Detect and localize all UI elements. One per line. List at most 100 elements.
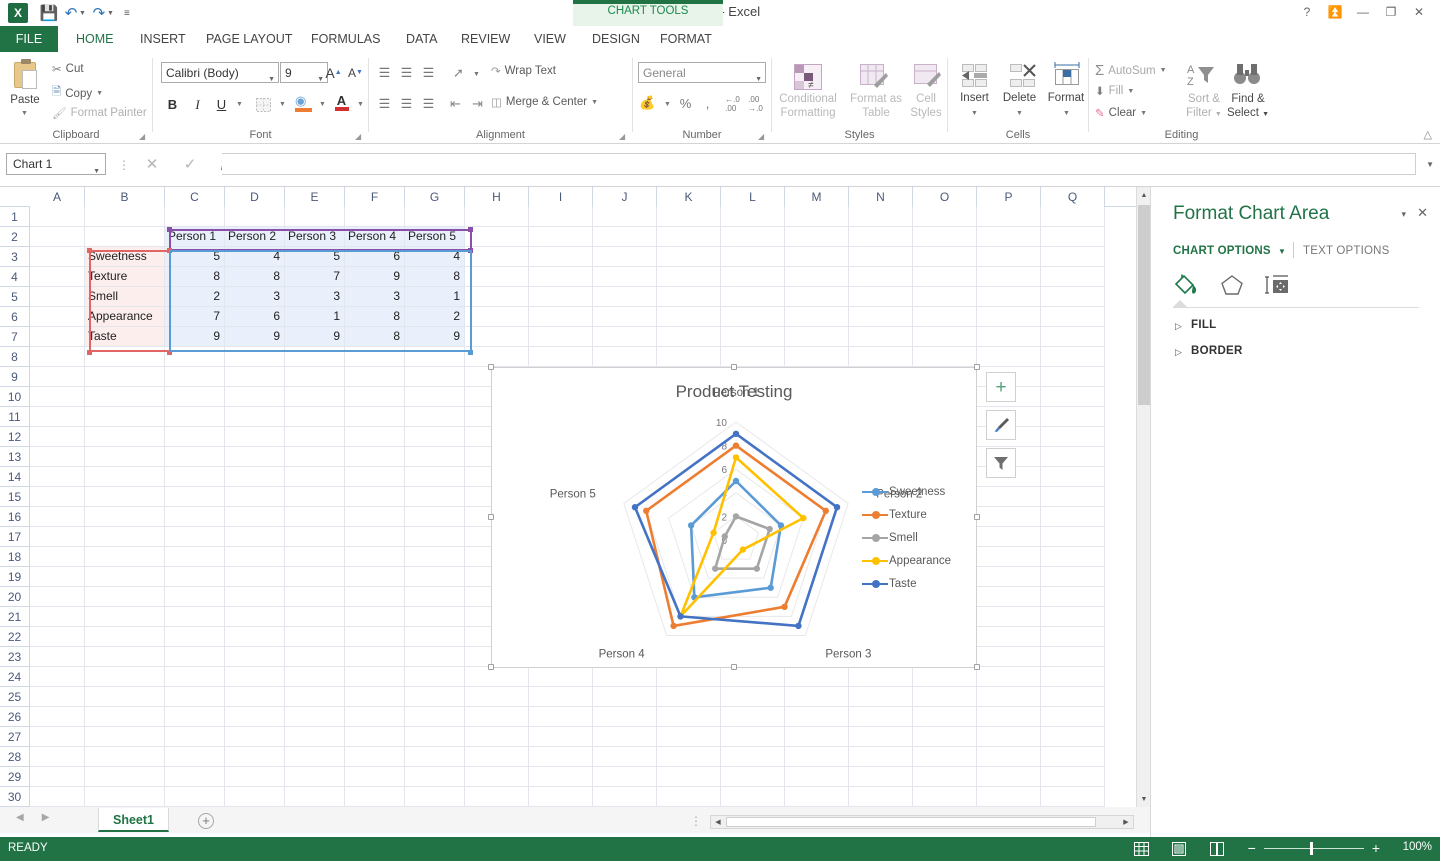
chart-filters-button[interactable] <box>986 448 1016 478</box>
cell-C11[interactable] <box>165 407 225 427</box>
format-dropdown-icon[interactable]: ▼ <box>1063 110 1070 117</box>
borders-dropdown-icon[interactable]: ▼ <box>272 94 293 115</box>
cell-G7[interactable]: 9 <box>405 327 465 347</box>
cell-P20[interactable] <box>977 587 1041 607</box>
cell-P25[interactable] <box>977 687 1041 707</box>
cell-C16[interactable] <box>165 507 225 527</box>
cell-F23[interactable] <box>345 647 405 667</box>
conditional-formatting-button[interactable]: Conditional Formatting <box>772 92 844 120</box>
row-header-19[interactable]: 19 <box>0 567 30 587</box>
name-box[interactable]: Chart 1 ▼ <box>6 153 106 175</box>
cell-F3[interactable]: 6 <box>345 247 405 267</box>
zoom-slider[interactable] <box>1264 848 1364 849</box>
column-header-q[interactable]: Q <box>1041 187 1105 207</box>
cell-A5[interactable] <box>30 287 85 307</box>
chart-resize-handle[interactable] <box>731 664 737 670</box>
cell-Q25[interactable] <box>1041 687 1105 707</box>
cell-B11[interactable] <box>85 407 165 427</box>
row-header-15[interactable]: 15 <box>0 487 30 507</box>
cell-P2[interactable] <box>977 227 1041 247</box>
cell-L3[interactable] <box>721 247 785 267</box>
cell-G26[interactable] <box>405 707 465 727</box>
merge-center-button[interactable]: ◫ Merge & Center ▼ <box>491 95 598 109</box>
cell-E29[interactable] <box>285 767 345 787</box>
borders-icon[interactable] <box>253 94 274 115</box>
cell-G22[interactable] <box>405 627 465 647</box>
cell-O2[interactable] <box>913 227 977 247</box>
row-header-13[interactable]: 13 <box>0 447 30 467</box>
cell-E11[interactable] <box>285 407 345 427</box>
cell-P8[interactable] <box>977 347 1041 367</box>
selection-handle[interactable] <box>167 350 172 355</box>
chart-resize-handle[interactable] <box>974 514 980 520</box>
cell-L2[interactable] <box>721 227 785 247</box>
cell-M27[interactable] <box>785 727 849 747</box>
cell-P30[interactable] <box>977 787 1041 807</box>
cell-L1[interactable] <box>721 207 785 227</box>
tab-format[interactable]: FORMAT <box>648 26 724 52</box>
cell-Q21[interactable] <box>1041 607 1105 627</box>
cell-B26[interactable] <box>85 707 165 727</box>
cell-D29[interactable] <box>225 767 285 787</box>
cell-F25[interactable] <box>345 687 405 707</box>
cell-F20[interactable] <box>345 587 405 607</box>
chart-options-dropdown-icon[interactable]: ▼ <box>1278 247 1286 256</box>
tab-design[interactable]: DESIGN <box>580 26 652 52</box>
row-header-4[interactable]: 4 <box>0 267 30 287</box>
cell-Q13[interactable] <box>1041 447 1105 467</box>
cell-A12[interactable] <box>30 427 85 447</box>
cell-G16[interactable] <box>405 507 465 527</box>
row-header-11[interactable]: 11 <box>0 407 30 427</box>
cell-M24[interactable] <box>785 667 849 687</box>
cell-C8[interactable] <box>165 347 225 367</box>
cell-J3[interactable] <box>593 247 657 267</box>
cell-D26[interactable] <box>225 707 285 727</box>
cell-J8[interactable] <box>593 347 657 367</box>
cell-D5[interactable]: 3 <box>225 287 285 307</box>
horizontal-scroll-thumb[interactable] <box>726 817 1096 827</box>
cell-A2[interactable] <box>30 227 85 247</box>
border-expand-icon[interactable]: ▷ <box>1175 347 1182 358</box>
selection-handle[interactable] <box>468 248 473 253</box>
row-header-18[interactable]: 18 <box>0 547 30 567</box>
cell-C13[interactable] <box>165 447 225 467</box>
cell-H30[interactable] <box>465 787 529 807</box>
cell-K5[interactable] <box>657 287 721 307</box>
cell-E17[interactable] <box>285 527 345 547</box>
previous-sheet-icon[interactable]: ◀ <box>16 812 24 823</box>
font-color-icon[interactable]: A <box>331 92 352 113</box>
selection-handle[interactable] <box>167 248 172 253</box>
cell-E3[interactable]: 5 <box>285 247 345 267</box>
cell-M2[interactable] <box>785 227 849 247</box>
autosum-dropdown-icon[interactable]: ▼ <box>1160 67 1167 74</box>
zoom-in-button[interactable]: + <box>1372 840 1380 856</box>
zoom-slider-thumb[interactable] <box>1310 842 1313 855</box>
font-size-combo[interactable]: 9 ▼ <box>280 62 328 83</box>
cell-A22[interactable] <box>30 627 85 647</box>
cell-I5[interactable] <box>529 287 593 307</box>
copy-button[interactable]: 🗎 Copy ▼ <box>52 84 103 103</box>
insert-button[interactable]: Insert <box>952 92 997 104</box>
cell-H7[interactable] <box>465 327 529 347</box>
next-sheet-icon[interactable]: ▶ <box>42 812 50 823</box>
row-header-14[interactable]: 14 <box>0 467 30 487</box>
cell-G15[interactable] <box>405 487 465 507</box>
cell-A24[interactable] <box>30 667 85 687</box>
cell-F19[interactable] <box>345 567 405 587</box>
cell-Q27[interactable] <box>1041 727 1105 747</box>
cell-F11[interactable] <box>345 407 405 427</box>
cell-C20[interactable] <box>165 587 225 607</box>
cell-Q29[interactable] <box>1041 767 1105 787</box>
cell-B24[interactable] <box>85 667 165 687</box>
cell-F21[interactable] <box>345 607 405 627</box>
cell-D11[interactable] <box>225 407 285 427</box>
cell-B30[interactable] <box>85 787 165 807</box>
cell-D23[interactable] <box>225 647 285 667</box>
cell-I3[interactable] <box>529 247 593 267</box>
tab-home[interactable]: HOME <box>64 26 126 52</box>
cell-G9[interactable] <box>405 367 465 387</box>
cell-D27[interactable] <box>225 727 285 747</box>
cell-I27[interactable] <box>529 727 593 747</box>
underline-dropdown-icon[interactable]: ▼ <box>229 94 250 115</box>
cell-H28[interactable] <box>465 747 529 767</box>
